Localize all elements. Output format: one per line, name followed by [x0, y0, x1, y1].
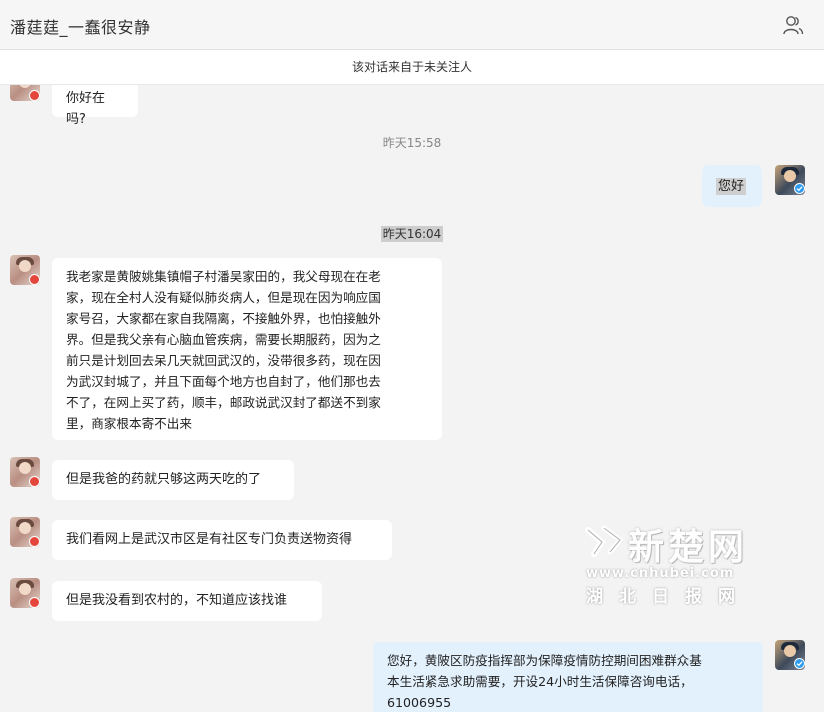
message-bubble-incoming[interactable]: 但是我没看到农村的，不知道应该找谁	[52, 581, 322, 621]
message-line: 不了，在网上买了药，顺丰，邮政说武汉封了都送不到家	[66, 395, 381, 410]
message-line: 家，现在全村人没有疑似肺炎病人，但是现在因为响应国	[66, 290, 381, 305]
message-bubble-incoming[interactable]: 但是我爸的药就只够这两天吃的了	[52, 460, 294, 500]
message-text: 你好在吗?	[66, 91, 106, 127]
message-line: 本生活紧急求助需要，开设24小时生活保障咨询电话，	[387, 674, 693, 689]
message-timestamp: 昨天15:58	[382, 136, 442, 150]
verified-badge-icon	[29, 597, 40, 608]
verified-badge-icon	[29, 476, 40, 487]
message-line: 为武汉封城了，并且下面每个地方也自封了，他们那也去	[66, 374, 381, 389]
message-text: 您好	[716, 178, 747, 195]
verified-badge-icon	[794, 658, 805, 669]
message-line: 前只是计划回去呆几天就回武汉的，没带很多药，现在因	[66, 353, 381, 368]
verified-badge-icon	[794, 183, 805, 194]
chat-header: 潘莛莛_一蠢很安静	[0, 0, 824, 50]
message-line: 家号召，大家都在家自我隔离，不接触外界，也怕接触外	[66, 311, 381, 326]
message-bubble-incoming[interactable]: 你好在吗?	[52, 85, 138, 127]
verified-badge-icon	[29, 536, 40, 547]
conversation-title: 潘莛莛_一蠢很安静	[10, 18, 151, 37]
message-bubble-outgoing[interactable]: 您好	[702, 165, 762, 207]
message-bubble-incoming[interactable]: 我们看网上是武汉市区是有社区专门负责送物资得	[52, 520, 392, 560]
message-line: 里，商家根本寄不出来	[66, 416, 192, 431]
message-timestamp: 昨天16:04	[380, 226, 444, 242]
verified-badge-icon	[29, 274, 40, 285]
message-line: 界。但是我父亲有心脑血管疾病，需要长期服药，因为之	[66, 332, 381, 347]
non-follower-notice: 该对话来自于未关注人	[0, 50, 824, 85]
message-text: 但是我爸的药就只够这两天吃的了	[66, 472, 262, 487]
message-line: 我老家是黄陂姚集镇帽子村潘吴家田的，我父母现在在老	[66, 269, 381, 284]
message-line: 61006955	[387, 695, 452, 710]
message-bubble-outgoing[interactable]: 您好，黄陂区防疫指挥部为保障疫情防控期间困难群众基 本生活紧急求助需要，开设24…	[373, 642, 763, 712]
verified-badge-icon	[29, 90, 40, 101]
chat-message-list[interactable]: 你好在吗? 昨天15:58 您好 昨天16:04 我老家是黄陂姚集镇帽子村潘吴家…	[0, 85, 824, 712]
message-text: 但是我没看到农村的，不知道应该找谁	[66, 593, 288, 608]
message-bubble-incoming[interactable]: 我老家是黄陂姚集镇帽子村潘吴家田的，我父母现在在老 家，现在全村人没有疑似肺炎病…	[52, 258, 442, 440]
user-profile-icon[interactable]	[782, 14, 804, 36]
message-line: 您好，黄陂区防疫指挥部为保障疫情防控期间困难群众基	[387, 653, 702, 668]
message-text: 我们看网上是武汉市区是有社区专门负责送物资得	[66, 532, 353, 547]
